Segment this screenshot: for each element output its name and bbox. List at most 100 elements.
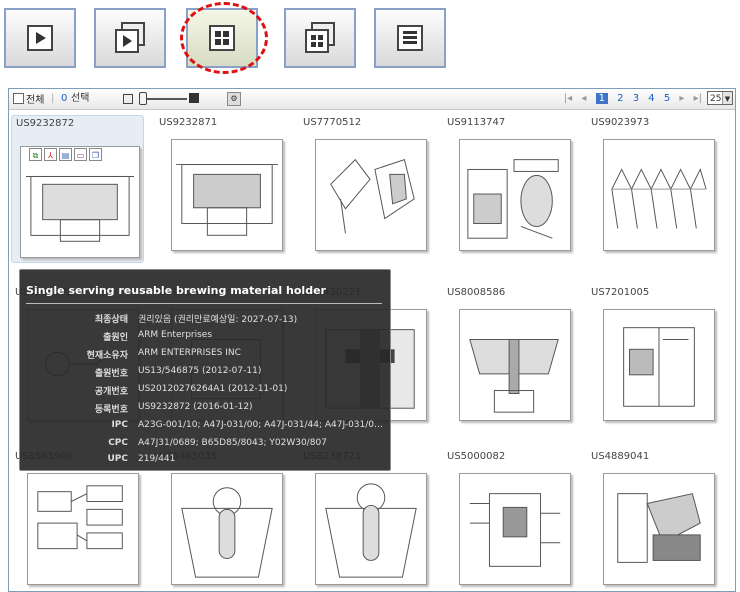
drawing-image: [37, 485, 123, 550]
per-page-select[interactable]: 25 ▼: [707, 91, 733, 105]
patent-thumbnail[interactable]: [27, 473, 139, 585]
tooltip-row: IPC A23G-001/10; A47J-031/00; A47J-031/4…: [20, 420, 390, 436]
patent-card[interactable]: US5000082: [443, 449, 576, 591]
select-all-label: 전체: [26, 95, 45, 106]
patent-thumbnail[interactable]: [171, 139, 283, 251]
drawing-image: [175, 164, 279, 236]
tooltip-key: 출원번호: [94, 369, 128, 379]
tools-icon[interactable]: ⚙: [227, 92, 241, 106]
results-toolbar: 전체 | 0 선택 ⚙ |◂ ◂ 1 2 3 4 5 ▸ ▸| 25 ▼: [9, 89, 735, 110]
patent-thumbnail[interactable]: [459, 473, 571, 585]
patent-card[interactable]: US9232872 ⧉ ⅄ ▤ ▭ ❐: [11, 115, 144, 263]
patent-thumbnail[interactable]: [459, 139, 571, 251]
next-page-icon[interactable]: ▸: [679, 93, 684, 104]
divider: [26, 303, 382, 304]
drawing-image: [181, 487, 273, 578]
tooltip-row: 공개번호 US20120276264A1 (2012-11-01): [20, 384, 390, 400]
patent-number[interactable]: US9023973: [591, 117, 649, 128]
patent-card[interactable]: US7770512: [299, 115, 432, 263]
tooltip-key: 최종상태: [94, 315, 128, 325]
last-page-icon[interactable]: ▸|: [694, 93, 702, 104]
patent-number[interactable]: US7770512: [303, 117, 361, 128]
drawing-image: [25, 175, 135, 242]
tooltip-value: A23G-001/10; A47J-031/00; A47J-031/44; A…: [138, 420, 386, 430]
page-4[interactable]: 4: [648, 93, 654, 104]
patent-thumbnail[interactable]: ⧉ ⅄ ▤ ▭ ❐: [20, 146, 140, 258]
tooltip-value: US9232872 (2016-01-12): [138, 402, 253, 412]
page-3[interactable]: 3: [633, 93, 639, 104]
view-single-button[interactable]: [4, 8, 76, 68]
pdf-icon[interactable]: ⅄: [44, 148, 57, 161]
list-icon: [397, 25, 423, 51]
prev-page-icon[interactable]: ◂: [581, 93, 586, 104]
view-list-button[interactable]: [374, 8, 446, 68]
tooltip-value: US13/546875 (2012-07-11): [138, 366, 262, 376]
tooltip-key: 등록번호: [94, 405, 128, 415]
patent-number[interactable]: US8008586: [447, 287, 505, 298]
drawing-image: [469, 493, 561, 567]
copy-icon[interactable]: ⧉: [29, 148, 42, 161]
drawing-image: [467, 159, 559, 239]
view-stacked-button[interactable]: [94, 8, 166, 68]
patent-thumbnail[interactable]: [315, 473, 427, 585]
drawing-image: [330, 158, 415, 234]
stacked-grid-icon: [305, 22, 335, 53]
tooltip-key: UPC: [107, 454, 128, 464]
patent-detail-tooltip: Single serving reusable brewing material…: [19, 269, 391, 471]
patent-card[interactable]: US9113747: [443, 115, 576, 263]
tooltip-value: A47J31/0689; B65D85/8043; Y02W30/807: [138, 438, 327, 448]
separator: |: [51, 93, 55, 104]
patent-number[interactable]: US5000082: [447, 451, 505, 462]
chevron-down-icon[interactable]: ▼: [722, 92, 732, 104]
drawing-image: [469, 338, 559, 413]
patent-number[interactable]: US9232871: [159, 117, 217, 128]
patent-thumbnail[interactable]: [603, 473, 715, 585]
drawing-image: [611, 168, 707, 229]
patent-card[interactable]: US9023973: [587, 115, 720, 263]
selected-label: 선택: [71, 93, 90, 104]
zoom-in-icon[interactable]: [189, 93, 199, 103]
tooltip-key: 공개번호: [94, 387, 128, 397]
select-all-checkbox[interactable]: 전체: [13, 93, 44, 107]
tooltip-value: ARM ENTERPRISES INC: [138, 348, 241, 358]
view-stacked-grid-button[interactable]: [284, 8, 356, 68]
play-icon: [27, 25, 53, 51]
zoom-out-icon[interactable]: [123, 94, 133, 104]
page-5[interactable]: 5: [664, 93, 670, 104]
tooltip-row: 현재소유자 ARM ENTERPRISES INC: [20, 348, 390, 364]
window-icon[interactable]: ❐: [89, 148, 102, 161]
drawing-image: [325, 483, 417, 578]
tooltip-value: 권리있음 (권리만료예상일: 2027-07-13): [138, 315, 298, 325]
tooltip-value: ARM Enterprises: [138, 330, 213, 340]
patent-number[interactable]: US7201005: [591, 287, 649, 298]
patent-thumbnail[interactable]: [603, 309, 715, 421]
patent-card[interactable]: US8008586: [443, 285, 576, 433]
patent-number[interactable]: US9113747: [447, 117, 505, 128]
patent-thumbnail[interactable]: [603, 139, 715, 251]
zoom-slider-handle[interactable]: [139, 92, 147, 105]
tooltip-key: 출원인: [103, 333, 128, 343]
patent-thumbnail[interactable]: [171, 473, 283, 585]
document-icon[interactable]: ▤: [59, 148, 72, 161]
patent-number[interactable]: US9232872: [16, 118, 74, 129]
stacked-play-icon: [115, 22, 145, 53]
patent-thumbnail[interactable]: [315, 139, 427, 251]
per-page-value: 25: [710, 94, 722, 104]
first-page-icon[interactable]: |◂: [564, 93, 572, 104]
comment-icon[interactable]: ▭: [74, 148, 87, 161]
patent-number[interactable]: US4889041: [591, 451, 649, 462]
tooltip-value: US20120276264A1 (2012-11-01): [138, 384, 288, 394]
pagination: |◂ ◂ 1 2 3 4 5 ▸ ▸|: [561, 93, 705, 104]
patent-thumbnail[interactable]: [459, 309, 571, 421]
tooltip-row: 최종상태 권리있음 (권리만료예상일: 2027-07-13): [20, 312, 390, 328]
page-2[interactable]: 2: [617, 93, 623, 104]
patent-card[interactable]: US9232871: [155, 115, 288, 263]
tooltip-row: 출원번호 US13/546875 (2012-07-11): [20, 366, 390, 382]
page-1[interactable]: 1: [595, 93, 608, 104]
tooltip-title: Single serving reusable brewing material…: [26, 284, 326, 297]
patent-card[interactable]: US7201005: [587, 285, 720, 433]
patent-card[interactable]: US4889041: [587, 449, 720, 591]
tooltip-key: 현재소유자: [86, 351, 128, 361]
checkbox-box[interactable]: [13, 93, 24, 104]
tooltip-row: 등록번호 US9232872 (2016-01-12): [20, 402, 390, 418]
